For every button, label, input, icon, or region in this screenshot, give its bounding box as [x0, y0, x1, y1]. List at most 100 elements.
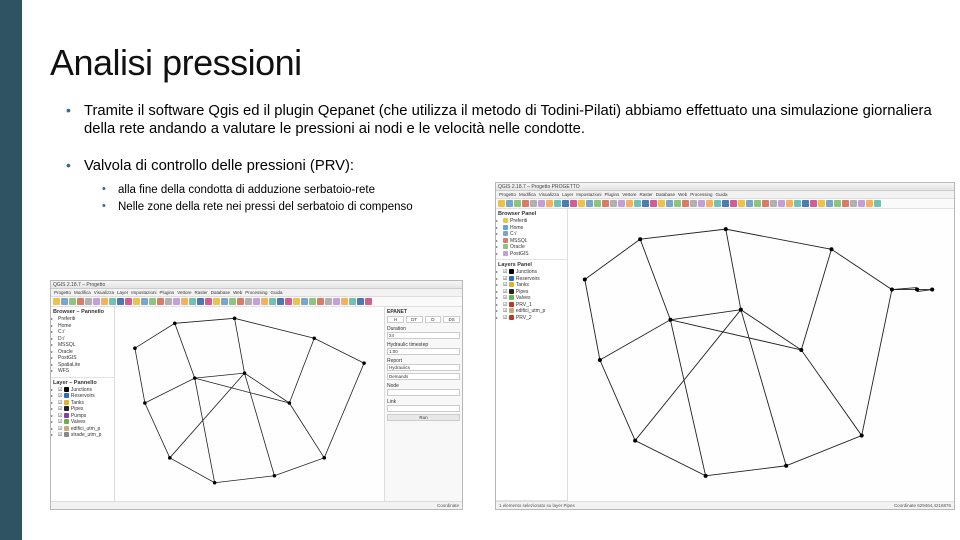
toolbar-icon[interactable] [285, 298, 292, 305]
toolbar-icon[interactable] [610, 200, 617, 207]
toolbar-icon[interactable] [842, 200, 849, 207]
toolbar-icon[interactable] [277, 298, 284, 305]
node-input[interactable] [387, 389, 460, 396]
toolbar-icon[interactable] [554, 200, 561, 207]
epanet-tab[interactable]: D [425, 316, 442, 323]
menu-item[interactable]: Impostazioni [131, 290, 156, 295]
toolbar-icon[interactable] [141, 298, 148, 305]
layer-item[interactable]: ☑ PRV_2 [498, 315, 565, 322]
toolbar-icon[interactable] [626, 200, 633, 207]
menu-item[interactable]: Modifica [74, 290, 91, 295]
toolbar-icon[interactable] [506, 200, 513, 207]
toolbar-icon[interactable] [530, 200, 537, 207]
toolbar-icon[interactable] [866, 200, 873, 207]
hydts-input[interactable]: 1:00 [387, 348, 460, 355]
toolbar-icon[interactable] [498, 200, 505, 207]
toolbar-icon[interactable] [618, 200, 625, 207]
tree-item[interactable]: WFS [53, 368, 112, 375]
epanet-tab[interactable]: H [387, 316, 404, 323]
menu-item[interactable]: Layer [117, 290, 128, 295]
toolbar-icon[interactable] [658, 200, 665, 207]
toolbar-icon[interactable] [189, 298, 196, 305]
toolbar-icon[interactable] [570, 200, 577, 207]
toolbar-icon[interactable] [850, 200, 857, 207]
toolbar-icon[interactable] [53, 298, 60, 305]
layer-item[interactable]: ☑ strade_utm_p [53, 432, 112, 439]
toolbar-icon[interactable] [874, 200, 881, 207]
toolbar-icon[interactable] [778, 200, 785, 207]
toolbar-icon[interactable] [786, 200, 793, 207]
toolbar-icon[interactable] [149, 298, 156, 305]
toolbar-icon[interactable] [125, 298, 132, 305]
toolbar-icon[interactable] [101, 298, 108, 305]
menu-item[interactable]: Impostazioni [576, 192, 601, 197]
toolbar-icon[interactable] [730, 200, 737, 207]
toolbar-icon[interactable] [682, 200, 689, 207]
toolbar-icon[interactable] [61, 298, 68, 305]
toolbar-icon[interactable] [85, 298, 92, 305]
toolbar-icon[interactable] [650, 200, 657, 207]
toolbar-icon[interactable] [802, 200, 809, 207]
menu-item[interactable]: Layer [562, 192, 573, 197]
toolbar-icon[interactable] [333, 298, 340, 305]
toolbar-icon[interactable] [197, 298, 204, 305]
menu-item[interactable]: Modifica [519, 192, 536, 197]
toolbar-icon[interactable] [133, 298, 140, 305]
toolbar-icon[interactable] [117, 298, 124, 305]
menu-item[interactable]: Database [656, 192, 675, 197]
toolbar-icon[interactable] [157, 298, 164, 305]
hydraulics-field[interactable]: Hydraulics [387, 364, 460, 371]
toolbar-icon[interactable] [586, 200, 593, 207]
toolbar-icon[interactable] [261, 298, 268, 305]
menu-item[interactable]: Visualizza [539, 192, 559, 197]
toolbar-icon[interactable] [349, 298, 356, 305]
toolbar-icon[interactable] [341, 298, 348, 305]
toolbar-icon[interactable] [77, 298, 84, 305]
epanet-tab[interactable]: DT [406, 316, 423, 323]
toolbar-icon[interactable] [229, 298, 236, 305]
run-button[interactable]: Run [387, 414, 460, 421]
toolbar-icon[interactable] [301, 298, 308, 305]
toolbar-icon[interactable] [538, 200, 545, 207]
toolbar-icon[interactable] [602, 200, 609, 207]
toolbar-icon[interactable] [722, 200, 729, 207]
toolbar-icon[interactable] [666, 200, 673, 207]
toolbar-icon[interactable] [674, 200, 681, 207]
toolbar-icon[interactable] [834, 200, 841, 207]
toolbar-icon[interactable] [706, 200, 713, 207]
menu-item[interactable]: Web [233, 290, 242, 295]
toolbar-icon[interactable] [205, 298, 212, 305]
toolbar-icon[interactable] [562, 200, 569, 207]
toolbar-icon[interactable] [826, 200, 833, 207]
duration-input[interactable]: 24 [387, 332, 460, 339]
toolbar-icon[interactable] [746, 200, 753, 207]
menu-item[interactable]: Plugins [160, 290, 175, 295]
menu-item[interactable]: Guida [716, 192, 728, 197]
demands-field[interactable]: Demands [387, 373, 460, 380]
toolbar-icon[interactable] [714, 200, 721, 207]
menu-item[interactable]: Progetto [499, 192, 516, 197]
menu-item[interactable]: Plugins [605, 192, 620, 197]
toolbar-icon[interactable] [690, 200, 697, 207]
menu-item[interactable]: Processing [245, 290, 267, 295]
tree-item[interactable]: PostGIS [498, 251, 565, 258]
toolbar-icon[interactable] [325, 298, 332, 305]
menu-item[interactable]: Guida [271, 290, 283, 295]
toolbar-icon[interactable] [794, 200, 801, 207]
toolbar-icon[interactable] [514, 200, 521, 207]
toolbar-icon[interactable] [237, 298, 244, 305]
toolbar-icon[interactable] [818, 200, 825, 207]
toolbar-icon[interactable] [546, 200, 553, 207]
menu-item[interactable]: Visualizza [94, 290, 114, 295]
toolbar-icon[interactable] [770, 200, 777, 207]
toolbar-icon[interactable] [317, 298, 324, 305]
toolbar-icon[interactable] [365, 298, 372, 305]
toolbar-icon[interactable] [165, 298, 172, 305]
toolbar-icon[interactable] [522, 200, 529, 207]
toolbar-icon[interactable] [810, 200, 817, 207]
menu-item[interactable]: Processing [690, 192, 712, 197]
toolbar-icon[interactable] [578, 200, 585, 207]
toolbar-icon[interactable] [109, 298, 116, 305]
toolbar-icon[interactable] [858, 200, 865, 207]
menu-item[interactable]: Vettore [622, 192, 636, 197]
